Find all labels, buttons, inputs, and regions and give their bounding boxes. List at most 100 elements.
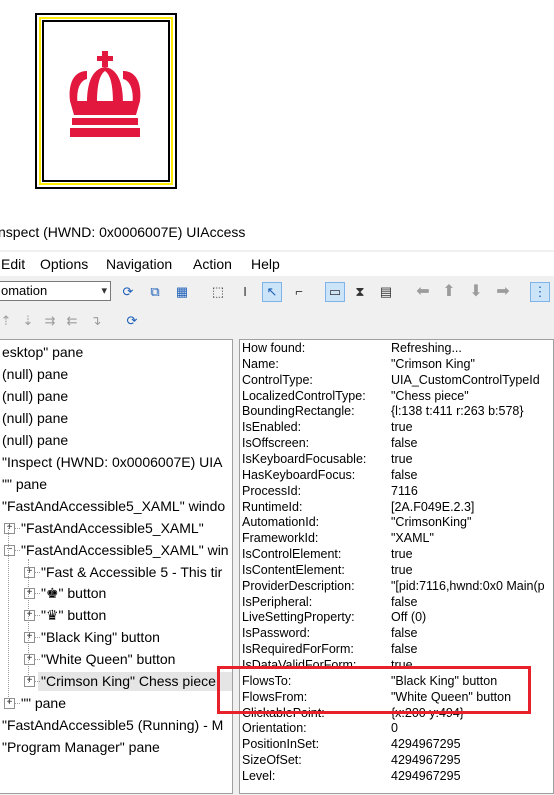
expand-icon[interactable]: +	[4, 522, 15, 534]
menu-navigation[interactable]: Navigation	[106, 256, 172, 272]
property-value[interactable]: "[pid:7116,hwnd:0x0 Main(p	[391, 579, 545, 594]
property-name: ProviderDescription:	[242, 578, 355, 593]
tree-item[interactable]: "Crimson King" Chess piece	[41, 672, 216, 690]
property-value[interactable]: 4294967295	[391, 737, 461, 752]
property-value[interactable]: true	[391, 547, 413, 562]
menu-edit[interactable]: Edit	[1, 256, 25, 272]
nav-previous-icon[interactable]: ⇇	[62, 311, 82, 331]
rectangle-highlight-icon[interactable]: ⬚	[208, 282, 228, 302]
nav-next-icon[interactable]: ⇉	[40, 311, 60, 331]
property-name: AutomationId:	[242, 515, 320, 530]
nav-last-child-icon[interactable]: ↴	[86, 311, 106, 331]
property-value[interactable]: [2A.F049E.2.3]	[391, 500, 474, 515]
property-name: RuntimeId:	[242, 499, 303, 514]
property-name: IsRequiredForForm:	[242, 642, 354, 657]
property-name: Level:	[242, 768, 276, 783]
crown-icon	[69, 51, 141, 137]
property-name: PositionInSet:	[242, 737, 320, 752]
property-value[interactable]: true	[391, 420, 413, 435]
property-value[interactable]: false	[391, 595, 417, 610]
expand-icon[interactable]: +	[24, 588, 35, 600]
tree-item[interactable]: (null) pane	[2, 365, 68, 383]
tree-item[interactable]: (null) pane	[2, 409, 68, 427]
menu-help[interactable]: Help	[251, 256, 280, 272]
tree-item[interactable]: "Black King" button	[41, 628, 160, 646]
tree-item[interactable]: "FastAndAccessible5 (Running) - M	[2, 716, 223, 734]
expand-icon[interactable]: +	[24, 610, 35, 622]
property-value[interactable]: false	[391, 436, 417, 451]
tree-item[interactable]: "" pane	[2, 475, 47, 493]
property-name: IsContentElement:	[242, 562, 345, 577]
tree-item[interactable]: "FastAndAccessible5_XAML" win	[21, 541, 229, 559]
refresh-icon[interactable]: ⟳	[118, 282, 138, 302]
collapse-icon[interactable]: −	[4, 544, 15, 556]
property-value[interactable]: "Chess piece"	[391, 389, 469, 404]
nav-first-child-icon[interactable]: ⇣	[18, 311, 38, 331]
tree-icon[interactable]: ⋮	[530, 282, 550, 302]
tree-item[interactable]: "FastAndAccessible5_XAML"	[21, 519, 204, 537]
tree-item[interactable]: "FastAndAccessible5_XAML" windo	[2, 497, 225, 515]
tree-item[interactable]: "White Queen" button	[41, 650, 175, 668]
expand-icon[interactable]: +	[24, 632, 35, 644]
arrow-up-icon[interactable]: ⬆	[439, 282, 459, 302]
property-name: IsPassword:	[242, 626, 311, 641]
property-value[interactable]: "CrimsonKing"	[391, 515, 471, 530]
hourglass-icon[interactable]: ⧗	[350, 282, 370, 302]
menu-options[interactable]: Options	[40, 256, 88, 272]
property-name: IsKeyboardFocusable:	[242, 451, 367, 466]
property-value[interactable]: false	[391, 626, 417, 641]
property-value[interactable]: "Crimson King"	[391, 357, 475, 372]
highlight-icon[interactable]: ▭	[325, 282, 345, 302]
property-value[interactable]: 0	[391, 721, 398, 736]
tree-item[interactable]: "" pane	[21, 694, 66, 712]
arrow-right-icon[interactable]: ➡	[493, 282, 513, 302]
property-name: Orientation:	[242, 721, 307, 736]
property-name: HasKeyboardFocus:	[242, 467, 356, 482]
tree-item[interactable]: "Fast & Accessible 5 - This tir	[41, 563, 222, 581]
tree-view-icon[interactable]: ▦	[172, 282, 192, 302]
copy-icon[interactable]: ⧉	[145, 282, 165, 302]
arrow-down-icon[interactable]: ⬇	[466, 282, 486, 302]
property-value[interactable]: "XAML"	[391, 531, 434, 546]
tree-item[interactable]: (null) pane	[2, 431, 68, 449]
property-value[interactable]: true	[391, 452, 413, 467]
expand-icon[interactable]: +	[24, 654, 35, 666]
caret-icon[interactable]: I	[235, 282, 255, 302]
property-name: IsPeripheral:	[242, 594, 313, 609]
property-value[interactable]: UIA_CustomControlTypeId	[391, 373, 540, 388]
tree-item[interactable]: "♛" button	[41, 606, 106, 624]
expand-icon[interactable]: +	[4, 698, 15, 710]
arrow-left-icon[interactable]: ⬅	[413, 282, 433, 302]
window-title: nspect (HWND: 0x0006007E) UIAccess	[0, 224, 246, 240]
nav-parent-icon[interactable]: ⇡	[0, 311, 16, 331]
cursor-icon[interactable]: ↖	[262, 282, 282, 302]
flows-highlight-box	[217, 666, 531, 714]
property-name: BoundingRectangle:	[242, 404, 355, 419]
crimson-king-piece[interactable]	[35, 13, 177, 189]
refresh-tree-icon[interactable]: ⟳	[122, 311, 142, 331]
property-value[interactable]: Off (0)	[391, 610, 426, 625]
expand-icon[interactable]: +	[24, 676, 35, 688]
property-value[interactable]: {l:138 t:411 r:263 b:578}	[391, 404, 524, 419]
tree-item[interactable]: (null) pane	[2, 387, 68, 405]
properties-icon[interactable]: ▤	[376, 282, 396, 302]
focus-icon[interactable]: ⌐	[289, 282, 309, 302]
mode-dropdown[interactable]: omation ▾	[0, 281, 111, 301]
menu-action[interactable]: Action	[193, 256, 232, 272]
property-value[interactable]: false	[391, 642, 417, 657]
property-value[interactable]: Refreshing...	[391, 341, 462, 356]
tree-item[interactable]: "♚" button	[41, 584, 106, 602]
tree-item[interactable]: esktop" pane	[2, 343, 83, 361]
property-value[interactable]: true	[391, 563, 413, 578]
tree-item[interactable]: "Inspect (HWND: 0x0006007E) UIA	[2, 453, 223, 471]
property-name: IsOffscreen:	[242, 436, 310, 451]
property-value[interactable]: 4294967295	[391, 769, 461, 784]
property-name: How found:	[242, 341, 306, 355]
property-value[interactable]: 4294967295	[391, 753, 461, 768]
expand-icon[interactable]: +	[24, 566, 35, 578]
property-value[interactable]: 7116	[391, 484, 418, 499]
property-name: LocalizedControlType:	[242, 388, 366, 403]
chevron-down-icon: ▾	[101, 285, 107, 297]
property-value[interactable]: false	[391, 468, 417, 483]
tree-item[interactable]: "Program Manager" pane	[2, 738, 160, 756]
